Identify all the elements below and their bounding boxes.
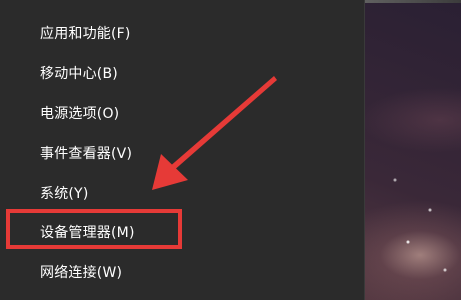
- menu-item-label: 系统(Y): [40, 186, 89, 202]
- menu-item-label: 电源选项(O): [40, 106, 120, 122]
- context-menu: 应用和功能(F) 移动中心(B) 电源选项(O) 事件查看器(V) 系统(Y) …: [0, 0, 365, 300]
- menu-item-network-connections[interactable]: 网络连接(W): [0, 253, 364, 291]
- menu-item-event-viewer[interactable]: 事件查看器(V): [0, 134, 364, 172]
- highlight-box: [6, 209, 182, 249]
- menu-item-power-options[interactable]: 电源选项(O): [0, 94, 364, 132]
- menu-item-label: 事件查看器(V): [40, 146, 133, 162]
- menu-item-label: 应用和功能(F): [40, 26, 131, 42]
- menu-item-apps-and-features[interactable]: 应用和功能(F): [0, 14, 364, 52]
- menu-item-mobility-center[interactable]: 移动中心(B): [0, 54, 364, 92]
- menu-item-system[interactable]: 系统(Y): [0, 174, 364, 212]
- menu-item-label: 移动中心(B): [40, 66, 118, 82]
- menu-item-label: 网络连接(W): [40, 265, 123, 281]
